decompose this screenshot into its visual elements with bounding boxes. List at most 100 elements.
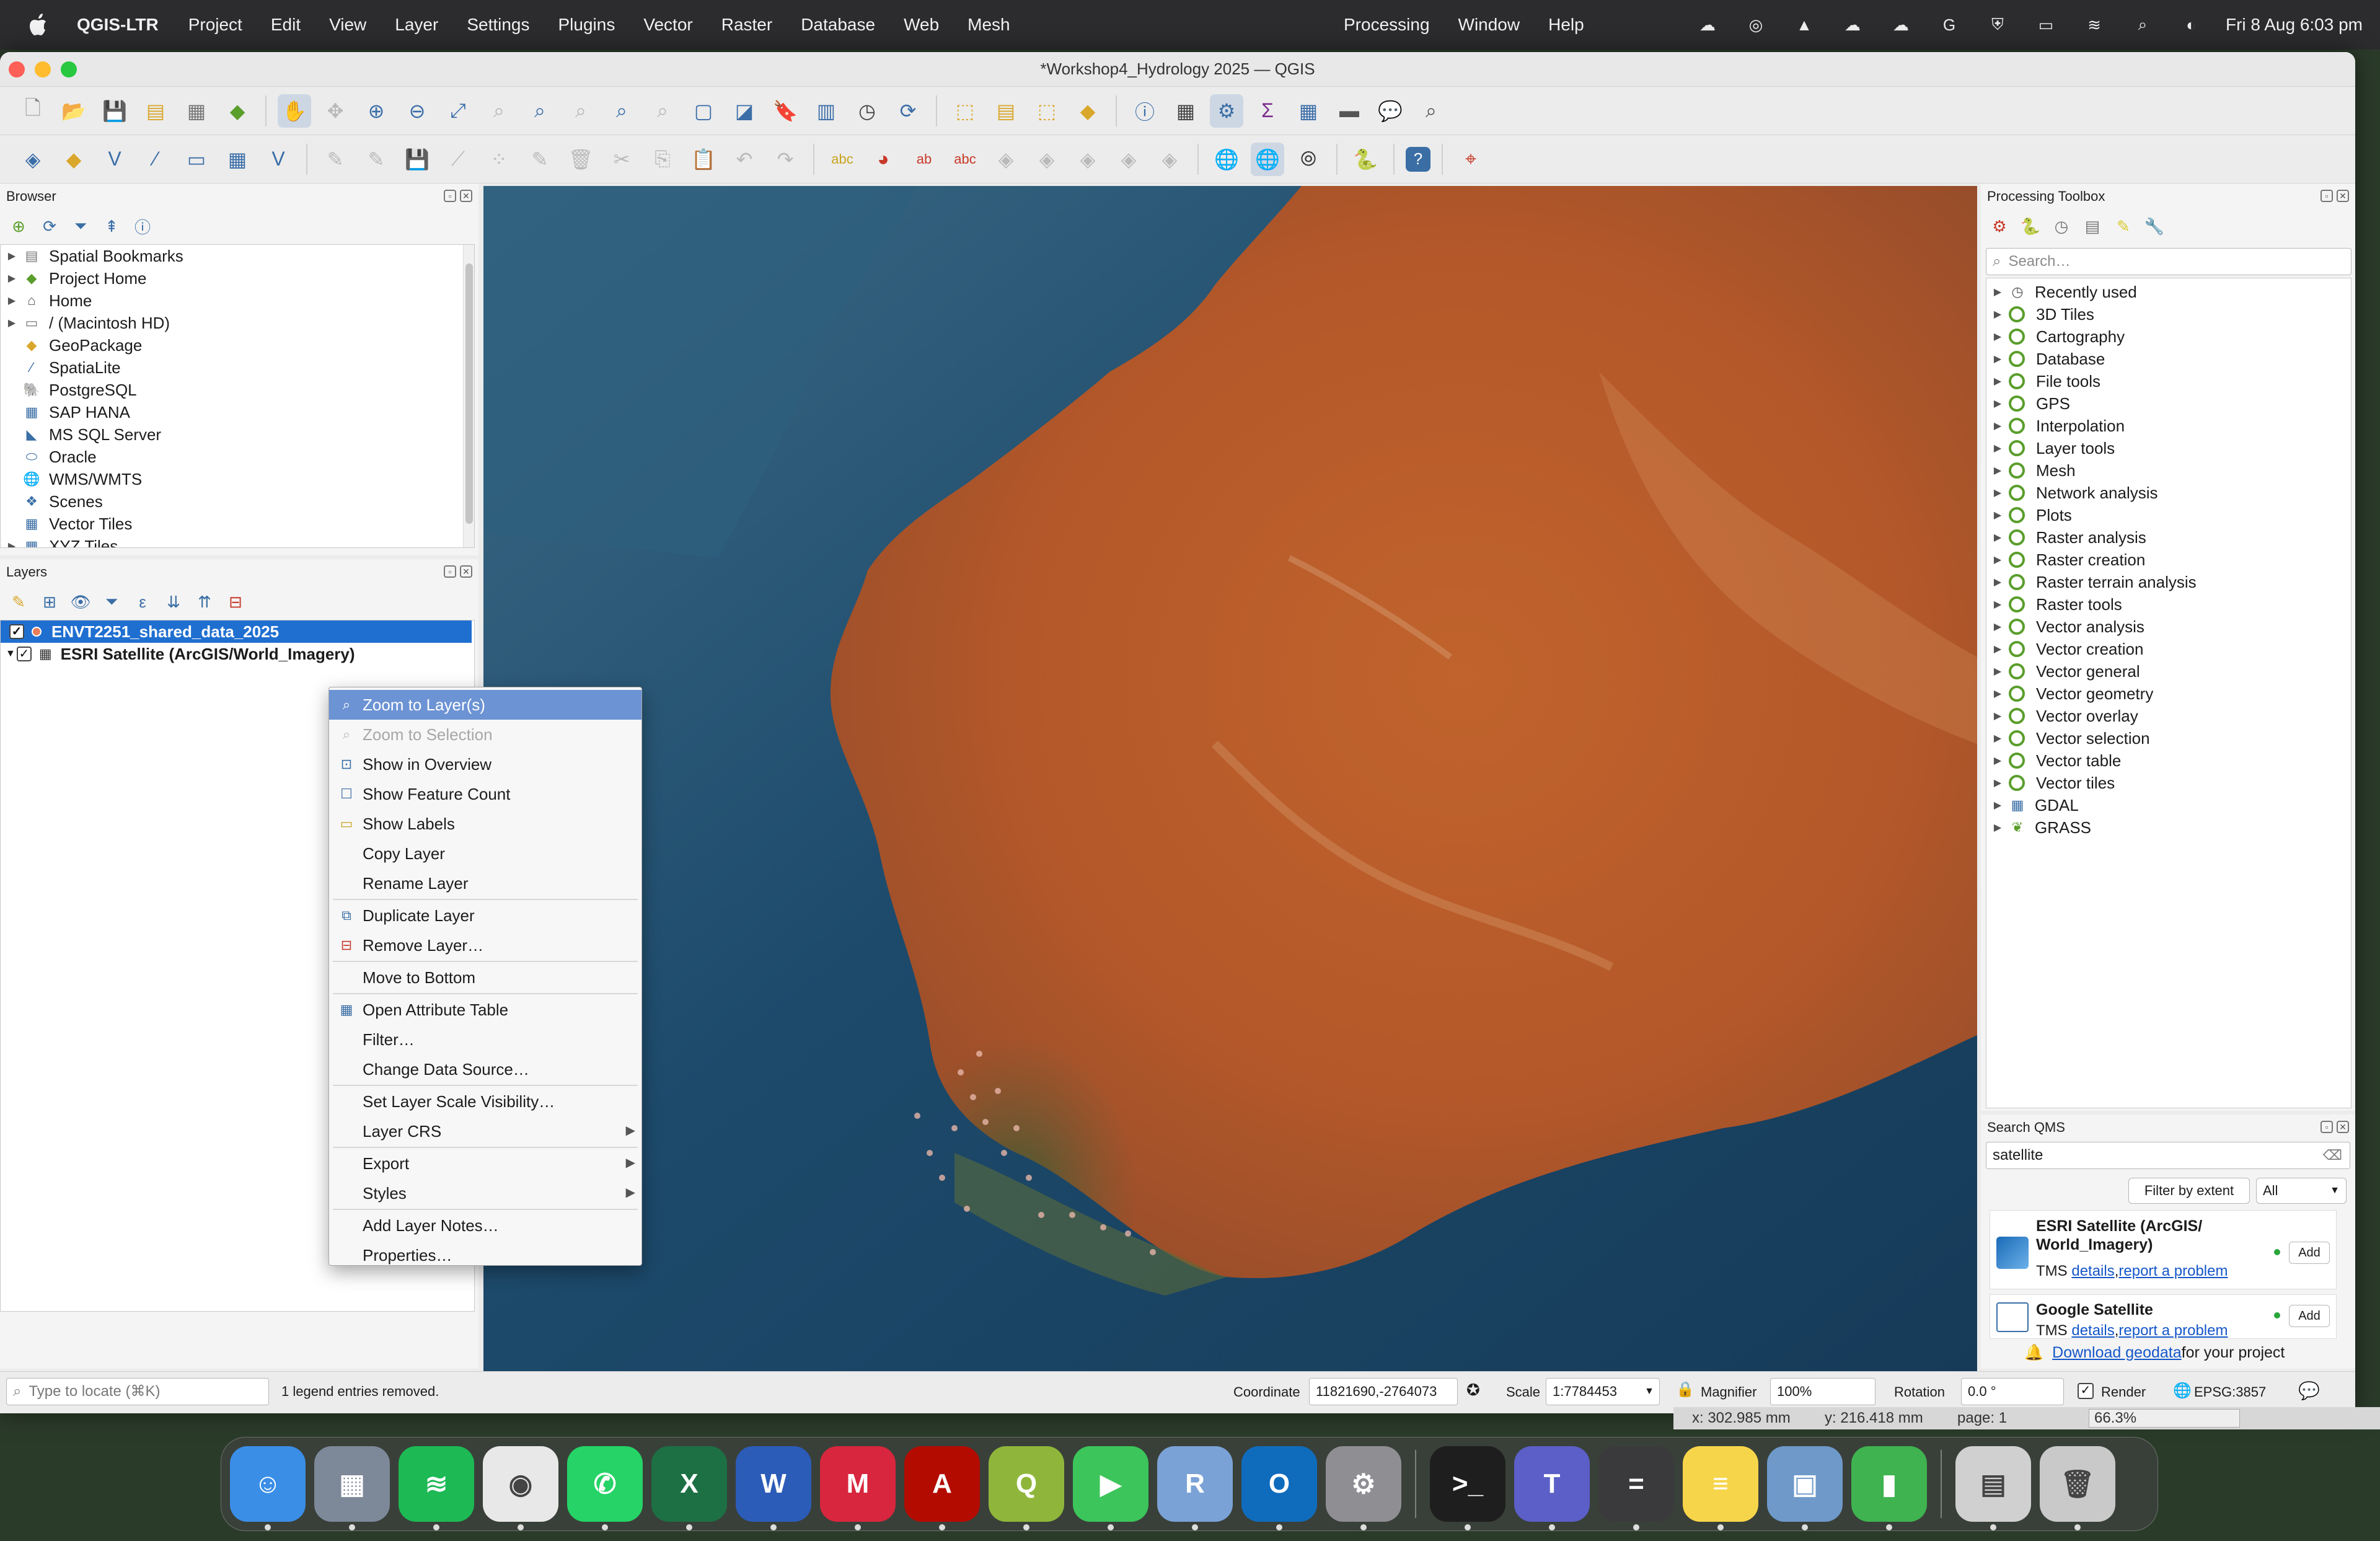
print-layout-icon[interactable]: ▦ bbox=[180, 94, 213, 128]
scripts-icon[interactable]: 🐍 bbox=[2019, 215, 2042, 237]
context-menu-item[interactable]: ⧉ Duplicate Layer bbox=[329, 901, 641, 930]
creative-cloud-icon[interactable]: ◎ bbox=[1742, 12, 1770, 37]
expand-arrow-icon[interactable]: ▼ bbox=[6, 648, 15, 660]
facetime-icon[interactable]: ▶ bbox=[1073, 1446, 1148, 1530]
toggle-extents-icon[interactable]: ✪ bbox=[1466, 1380, 1480, 1400]
select-features-icon[interactable]: ⬚ bbox=[948, 94, 982, 128]
close-panel-icon[interactable]: ✕ bbox=[2337, 190, 2349, 202]
locator-input[interactable]: ⌕ Type to locate (⌘K) bbox=[6, 1377, 269, 1405]
app-menu-qgis[interactable]: QGIS-LTR bbox=[77, 15, 159, 35]
browser-item[interactable]: ◣ MS SQL Server bbox=[1, 423, 474, 446]
spotify-icon[interactable]: ≋ bbox=[399, 1446, 474, 1530]
expand-arrow-icon[interactable]: ▶ bbox=[1991, 509, 2004, 521]
chrome-icon[interactable]: ◉ bbox=[483, 1446, 558, 1530]
calculator-icon[interactable]: = bbox=[1598, 1446, 1674, 1530]
cloud-sync-icon[interactable]: ☁ bbox=[1694, 12, 1721, 37]
rotation-field[interactable]: 0.0 ° bbox=[1961, 1378, 2064, 1405]
expand-arrow-icon[interactable]: ▶ bbox=[1991, 687, 2004, 700]
menu-edit[interactable]: Edit bbox=[271, 15, 301, 35]
menu-mesh[interactable]: Mesh bbox=[967, 15, 1010, 35]
layer-row-esri-satellite[interactable]: ▼ ✓ ▦ ESRI Satellite (ArcGIS/World_Image… bbox=[1, 643, 474, 665]
expand-arrow-icon[interactable]: ▶ bbox=[1991, 375, 2004, 387]
processing-provider-item[interactable]: ▶ ▦ GDAL bbox=[1986, 794, 2351, 816]
context-menu-item[interactable]: Properties… bbox=[329, 1240, 641, 1270]
rstudio-icon[interactable]: R bbox=[1157, 1446, 1233, 1530]
notes-icon[interactable]: ≡ bbox=[1683, 1446, 1758, 1530]
data-source-manager-icon[interactable]: ◈ bbox=[16, 143, 50, 176]
magnifier-field[interactable]: 100% bbox=[1770, 1378, 1875, 1405]
context-menu-item[interactable]: Layer CRS ▶ bbox=[329, 1116, 641, 1146]
close-panel-icon[interactable]: ✕ bbox=[460, 565, 472, 578]
modify-attributes-icon[interactable]: ✎ bbox=[523, 143, 557, 176]
expand-arrow-icon[interactable]: ▶ bbox=[1991, 643, 2004, 655]
temporal-controller-icon[interactable]: ◷ bbox=[850, 94, 884, 128]
add-vector-layer-icon[interactable]: V bbox=[98, 143, 131, 176]
new-project-icon[interactable]: 🗋 bbox=[16, 94, 50, 128]
models-icon[interactable]: ⚙ bbox=[1988, 215, 2011, 237]
processing-provider-item[interactable]: ▶ Vector creation bbox=[1986, 638, 2351, 660]
expand-arrow-icon[interactable]: ▶ bbox=[1991, 620, 2004, 633]
zoom-native-icon[interactable]: ⌕ bbox=[564, 94, 597, 128]
documents-icon[interactable]: ▤ bbox=[1955, 1446, 2031, 1530]
filter-legend-icon[interactable]: ⏷ bbox=[100, 591, 123, 613]
processing-options-icon[interactable]: 🔧 bbox=[2143, 215, 2166, 237]
scale-field[interactable]: 1:7784453 ▼ bbox=[1546, 1378, 1660, 1405]
context-menu-item[interactable]: Move to Bottom bbox=[329, 963, 641, 992]
close-panel-icon[interactable]: ✕ bbox=[460, 190, 472, 202]
acrobat-icon[interactable]: A bbox=[904, 1446, 980, 1530]
expand-arrow-icon[interactable]: ▶ bbox=[6, 294, 18, 307]
add-wms-layer-icon[interactable]: ▦ bbox=[221, 143, 254, 176]
context-menu-item[interactable]: ⌕ Zoom to Layer(s) bbox=[329, 690, 641, 720]
menu-view[interactable]: View bbox=[329, 15, 366, 35]
processing-provider-item[interactable]: ▶ ◷ Recently used bbox=[1986, 281, 2351, 303]
add-raster-layer-icon[interactable]: ⁄ bbox=[139, 143, 172, 176]
menu-raster[interactable]: Raster bbox=[721, 15, 772, 35]
processing-provider-item[interactable]: ▶ Interpolation bbox=[1986, 415, 2351, 437]
save-project-icon[interactable]: 💾 bbox=[98, 94, 131, 128]
delete-selected-icon[interactable]: 🗑 bbox=[564, 143, 597, 176]
finder-icon[interactable]: ☺ bbox=[230, 1446, 306, 1530]
context-menu-item[interactable]: ☐ Show Feature Count bbox=[329, 779, 641, 809]
layer-visibility-checkbox[interactable]: ✓ bbox=[9, 624, 24, 639]
new-geopackage-icon[interactable]: ◆ bbox=[57, 143, 90, 176]
expand-all-icon[interactable]: ⇊ bbox=[162, 591, 185, 613]
launchpad-icon[interactable]: ▦ bbox=[314, 1446, 390, 1530]
icloud-icon[interactable]: ☁ bbox=[1839, 12, 1866, 37]
expand-arrow-icon[interactable]: ▶ bbox=[1991, 754, 2004, 767]
excel-icon[interactable]: X bbox=[651, 1446, 727, 1530]
browser-item[interactable]: ▦ Vector Tiles bbox=[1, 513, 474, 535]
numbers-icon[interactable]: ▮ bbox=[1851, 1446, 1927, 1530]
select-location-icon[interactable]: ◆ bbox=[1071, 94, 1104, 128]
menu-processing[interactable]: Processing bbox=[1344, 15, 1430, 35]
context-menu-item[interactable]: Export ▶ bbox=[329, 1149, 641, 1178]
expand-arrow-icon[interactable]: ▶ bbox=[1991, 353, 2004, 365]
style-manager-icon[interactable]: ◆ bbox=[221, 94, 254, 128]
new-bookmark-icon[interactable]: 🔖 bbox=[769, 94, 802, 128]
browser-item[interactable]: ▶ ▤ Spatial Bookmarks bbox=[1, 245, 474, 267]
browser-item[interactable]: ▶ ▭ / (Macintosh HD) bbox=[1, 312, 474, 334]
grammarly-icon[interactable]: G bbox=[1936, 12, 1963, 37]
expand-arrow-icon[interactable]: ▶ bbox=[1991, 286, 2004, 298]
pin-labels-icon[interactable]: abc bbox=[948, 143, 982, 176]
identify-features-icon[interactable]: ⓘ bbox=[1128, 94, 1161, 128]
close-window-icon[interactable] bbox=[9, 61, 25, 77]
expand-arrow-icon[interactable]: ▶ bbox=[1991, 732, 2004, 744]
measure-line-icon[interactable]: ▬ bbox=[1333, 94, 1366, 128]
map-canvas[interactable] bbox=[483, 186, 1977, 1372]
new-3d-view-icon[interactable]: ◪ bbox=[728, 94, 761, 128]
context-menu-item[interactable]: Set Layer Scale Visibility… bbox=[329, 1087, 641, 1116]
show-hide-labels-icon[interactable]: ◈ bbox=[989, 143, 1023, 176]
processing-provider-item[interactable]: ▶ Database bbox=[1986, 348, 2351, 370]
plugin-binoculars-icon[interactable]: ⦾ bbox=[1292, 143, 1325, 176]
expand-arrow-icon[interactable]: ▶ bbox=[6, 272, 18, 285]
onedrive-icon[interactable]: ☁ bbox=[1887, 12, 1915, 37]
browser-item[interactable]: 🌐 WMS/WMTS bbox=[1, 468, 474, 490]
results-viewer-icon[interactable]: ▤ bbox=[2081, 215, 2104, 237]
messages-icon[interactable]: 💬 bbox=[2298, 1380, 2320, 1401]
help-icon[interactable]: ? bbox=[1406, 146, 1430, 172]
open-layer-styling-icon[interactable]: ✎ bbox=[7, 591, 30, 613]
word-icon[interactable]: W bbox=[736, 1446, 811, 1530]
add-virtual-layer-icon[interactable]: V bbox=[262, 143, 295, 176]
zoom-full-icon[interactable]: ⤢ bbox=[441, 94, 475, 128]
processing-search-input[interactable]: ⌕ Search… bbox=[1986, 248, 2351, 275]
